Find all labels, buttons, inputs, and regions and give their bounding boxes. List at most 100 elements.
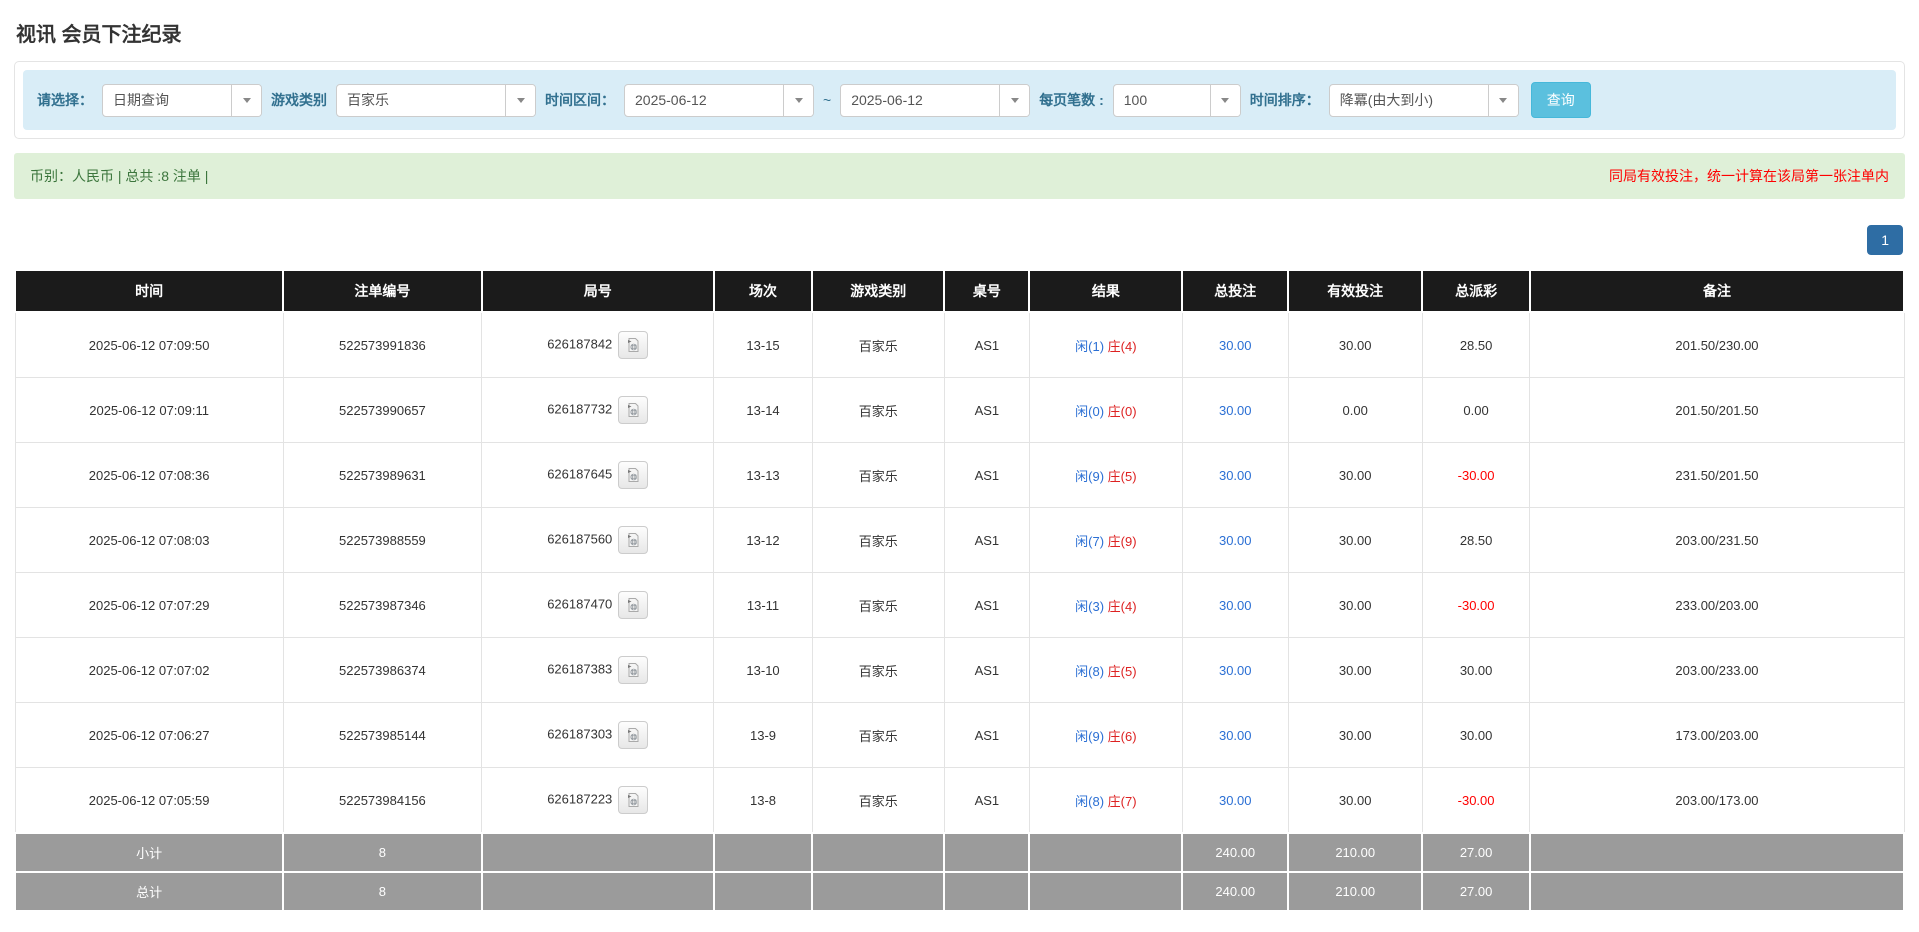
cell-session: 13-13 — [714, 443, 812, 508]
cell-payout: 28.50 — [1422, 312, 1530, 378]
date-from-value: 2025-06-12 — [625, 92, 783, 108]
cell-valid-bet: 30.00 — [1288, 703, 1422, 768]
date-from-select[interactable]: 2025-06-12 — [624, 84, 814, 117]
cell-bet-id: 522573987346 — [283, 573, 481, 638]
cell-session: 13-14 — [714, 378, 812, 443]
cell-game-type: 百家乐 — [812, 312, 944, 378]
cell-payout: -30.00 — [1422, 768, 1530, 834]
per-page-select[interactable]: 100 — [1113, 84, 1241, 117]
total-bet-link[interactable]: 30.00 — [1219, 663, 1252, 678]
cell-remark: 203.00/231.50 — [1530, 508, 1904, 573]
video-replay-button[interactable] — [618, 721, 648, 749]
cell-remark: 201.50/230.00 — [1530, 312, 1904, 378]
filter-panel: 请选择： 日期查询 游戏类别 百家乐 时间区间： 2025-06-12 ~ 20… — [14, 61, 1905, 139]
cell-total-bet: 30.00 — [1182, 443, 1288, 508]
total-payout: 27.00 — [1422, 872, 1530, 911]
cell-game-type: 百家乐 — [812, 703, 944, 768]
cell-payout: 30.00 — [1422, 703, 1530, 768]
cell-table-no: AS1 — [944, 508, 1029, 573]
cell-payout: -30.00 — [1422, 443, 1530, 508]
cell-time: 2025-06-12 07:08:03 — [15, 508, 283, 573]
cell-result: 闲(8) 庄(5) — [1029, 638, 1182, 703]
search-button[interactable]: 查询 — [1531, 82, 1591, 118]
cell-table-no: AS1 — [944, 312, 1029, 378]
total-bet-link[interactable]: 30.00 — [1219, 468, 1252, 483]
currency-summary-text: 币别：人民币 | 总共 :8 注单 | — [30, 166, 208, 186]
total-bet-link[interactable]: 30.00 — [1219, 598, 1252, 613]
video-replay-button[interactable] — [618, 461, 648, 489]
subtotal-row: 小计 8 240.00 210.00 27.00 — [15, 833, 1904, 872]
cell-table-no: AS1 — [944, 638, 1029, 703]
cell-total-bet: 30.00 — [1182, 312, 1288, 378]
header-valid-bet: 有效投注 — [1288, 270, 1422, 312]
total-bet-link[interactable]: 30.00 — [1219, 533, 1252, 548]
cell-time: 2025-06-12 07:07:29 — [15, 573, 283, 638]
video-replay-button[interactable] — [618, 526, 648, 554]
result-banker: 庄(7) — [1108, 794, 1137, 809]
round-id-text: 626187560 — [547, 531, 612, 546]
bet-records-table: 时间 注单编号 局号 场次 游戏类别 桌号 结果 总投注 有效投注 总派彩 备注… — [14, 269, 1905, 912]
page-title: 视讯 会员下注纪录 — [16, 18, 1905, 47]
cell-game-type: 百家乐 — [812, 573, 944, 638]
total-bet-link[interactable]: 30.00 — [1219, 728, 1252, 743]
page-root: 视讯 会员下注纪录 请选择： 日期查询 游戏类别 百家乐 时间区间： 2025-… — [0, 0, 1919, 932]
total-bet-link[interactable]: 30.00 — [1219, 793, 1252, 808]
header-session: 场次 — [714, 270, 812, 312]
result-player: 闲(9) — [1075, 469, 1104, 484]
subtotal-valid-bet: 210.00 — [1288, 833, 1422, 872]
header-remark: 备注 — [1530, 270, 1904, 312]
subtotal-payout: 27.00 — [1422, 833, 1530, 872]
cell-total-bet: 30.00 — [1182, 703, 1288, 768]
video-replay-button[interactable] — [618, 786, 648, 814]
table-row: 2025-06-12 07:08:36522573989631626187645… — [15, 443, 1904, 508]
table-body: 2025-06-12 07:09:50522573991836626187842… — [15, 312, 1904, 833]
cell-bet-id: 522573988559 — [283, 508, 481, 573]
valid-bet-notice: 同局有效投注，统一计算在该局第一张注单内 — [1609, 166, 1889, 186]
cell-valid-bet: 30.00 — [1288, 573, 1422, 638]
cell-result: 闲(0) 庄(0) — [1029, 378, 1182, 443]
result-player: 闲(8) — [1075, 664, 1104, 679]
game-type-label: 游戏类别 — [271, 90, 327, 110]
cell-session: 13-9 — [714, 703, 812, 768]
summary-bar: 币别：人民币 | 总共 :8 注单 | 同局有效投注，统一计算在该局第一张注单内 — [14, 153, 1905, 199]
video-replay-button[interactable] — [618, 591, 648, 619]
cell-game-type: 百家乐 — [812, 768, 944, 834]
video-replay-button[interactable] — [618, 331, 648, 359]
result-player: 闲(1) — [1075, 339, 1104, 354]
total-bet-link[interactable]: 30.00 — [1219, 338, 1252, 353]
total-total-bet: 240.00 — [1182, 872, 1288, 911]
round-id-text: 626187303 — [547, 726, 612, 741]
cell-total-bet: 30.00 — [1182, 768, 1288, 834]
cell-round-id: 626187732 — [482, 378, 714, 443]
total-bet-link[interactable]: 30.00 — [1219, 403, 1252, 418]
video-replay-button[interactable] — [618, 396, 648, 424]
header-bet-id: 注单编号 — [283, 270, 481, 312]
filter-bar: 请选择： 日期查询 游戏类别 百家乐 时间区间： 2025-06-12 ~ 20… — [23, 70, 1896, 130]
table-row: 2025-06-12 07:08:03522573988559 626187560… — [15, 508, 1904, 573]
game-type-select[interactable]: 百家乐 — [336, 84, 536, 117]
result-banker: 庄(4) — [1108, 599, 1137, 614]
cell-valid-bet: 30.00 — [1288, 638, 1422, 703]
query-type-select[interactable]: 日期查询 — [102, 84, 262, 117]
chevron-down-icon — [505, 85, 535, 116]
cell-payout: 28.50 — [1422, 508, 1530, 573]
round-id-text: 626187732 — [547, 401, 612, 416]
cell-bet-id: 522573991836 — [283, 312, 481, 378]
cell-session: 13-15 — [714, 312, 812, 378]
per-page-label: 每页笔数 : — [1039, 90, 1104, 110]
page-number-button[interactable]: 1 — [1867, 225, 1903, 255]
cell-remark: 203.00/173.00 — [1530, 768, 1904, 834]
pagination: 1 — [14, 225, 1903, 255]
date-range-tilde: ~ — [823, 92, 831, 108]
result-player: 闲(7) — [1075, 534, 1104, 549]
date-to-select[interactable]: 2025-06-12 — [840, 84, 1030, 117]
time-sort-select[interactable]: 降冪(由大到小) — [1329, 84, 1519, 117]
result-banker: 庄(0) — [1108, 404, 1137, 419]
video-replay-button[interactable] — [618, 656, 648, 684]
cell-payout: 0.00 — [1422, 378, 1530, 443]
video-replay-icon — [625, 662, 641, 678]
table-row: 2025-06-12 07:07:29522573987346626187470… — [15, 573, 1904, 638]
cell-valid-bet: 30.00 — [1288, 312, 1422, 378]
cell-time: 2025-06-12 07:08:36 — [15, 443, 283, 508]
subtotal-count: 8 — [283, 833, 481, 872]
